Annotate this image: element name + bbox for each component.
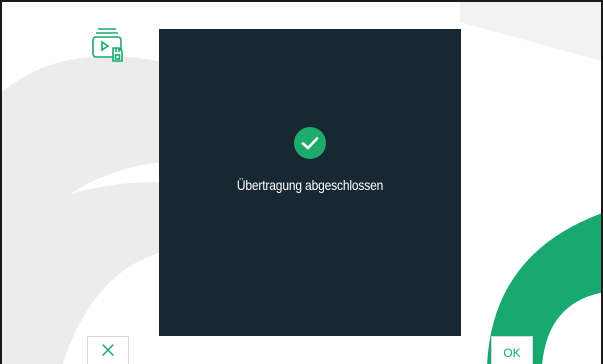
screen-frame: Übertragung abgeschlossen OK xyxy=(0,0,603,364)
ok-button[interactable]: OK xyxy=(491,336,533,364)
transfer-complete-dialog: Übertragung abgeschlossen xyxy=(159,29,461,336)
media-sd-card-icon[interactable] xyxy=(90,26,130,66)
check-circle-icon xyxy=(293,126,327,160)
cancel-button[interactable] xyxy=(87,336,129,364)
close-icon xyxy=(101,343,115,362)
dialog-message: Übertragung abgeschlossen xyxy=(236,177,384,193)
ok-label: OK xyxy=(503,345,521,360)
